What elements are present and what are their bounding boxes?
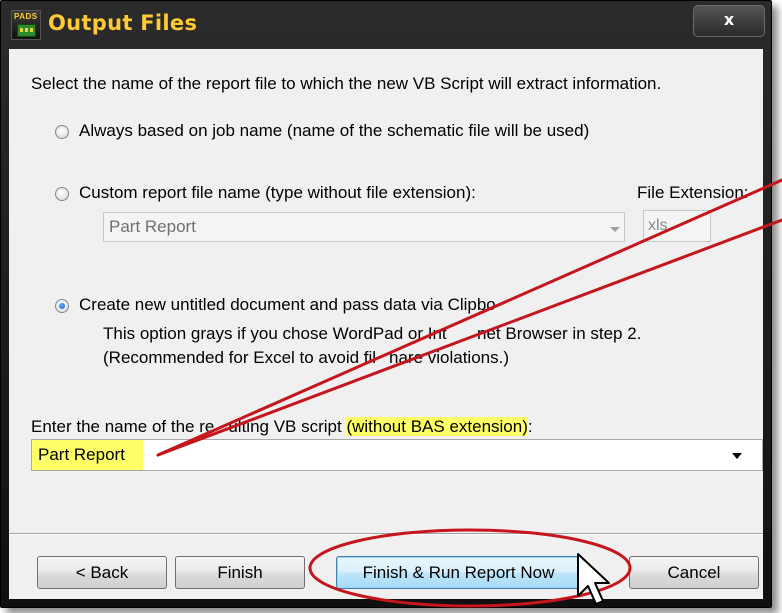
chip-icon bbox=[17, 24, 36, 37]
finish-run-report-button[interactable]: Finish & Run Report Now bbox=[336, 556, 581, 589]
clipboard-note-2b: hare violations.) bbox=[389, 348, 510, 367]
script-name-combo[interactable]: Part Report bbox=[31, 439, 763, 471]
radio-job-name[interactable] bbox=[55, 125, 69, 139]
window-title: Output Files bbox=[48, 11, 198, 35]
close-icon: x bbox=[723, 10, 735, 29]
chevron-down-icon[interactable] bbox=[732, 453, 742, 459]
cancel-button[interactable]: Cancel bbox=[629, 556, 759, 589]
custom-name-value: Part Report bbox=[109, 217, 196, 236]
radio-custom-name-label[interactable]: Custom report file name (type without fi… bbox=[79, 183, 476, 203]
custom-name-combo: Part Report bbox=[103, 212, 625, 242]
radio-custom-name[interactable] bbox=[55, 187, 69, 201]
script-name-label-part2: ulting VB script bbox=[228, 417, 347, 436]
clipboard-note-1b: net Browser in step 2. bbox=[477, 324, 642, 343]
file-extension-field: xls bbox=[643, 210, 711, 242]
clipboard-note-1: This option grays if you chose WordPad o… bbox=[103, 324, 447, 343]
radio-clipboard-label[interactable]: Create new untitled document and pass da… bbox=[79, 295, 496, 315]
chevron-down-icon bbox=[610, 227, 620, 232]
file-extension-label: File Extension: bbox=[637, 183, 749, 202]
close-button[interactable]: x bbox=[693, 5, 765, 37]
script-name-label: Enter the name of the re ulting VB script… bbox=[31, 417, 533, 437]
script-name-label-part1: Enter the name of the re bbox=[31, 417, 215, 436]
separator bbox=[9, 533, 763, 535]
script-name-highlight: (without BAS extension) bbox=[346, 417, 528, 436]
app-icon-label: PADS bbox=[14, 12, 38, 21]
pads-app-icon: PADS bbox=[11, 10, 41, 40]
dialog-body: Select the name of the report file to wh… bbox=[9, 49, 763, 599]
file-extension-value: xls bbox=[648, 217, 668, 234]
dialog-window: PADS Output Files x Select the name of t… bbox=[0, 0, 772, 608]
radio-job-name-label[interactable]: Always based on job name (name of the sc… bbox=[79, 121, 589, 141]
finish-button[interactable]: Finish bbox=[175, 556, 305, 589]
script-name-label-end: : bbox=[527, 417, 533, 436]
title-bar[interactable]: PADS Output Files x bbox=[1, 1, 771, 49]
clipboard-note-2: (Recommended for Excel to avoid fil bbox=[103, 348, 377, 367]
intro-text: Select the name of the report file to wh… bbox=[31, 74, 662, 93]
radio-clipboard[interactable] bbox=[55, 299, 69, 313]
script-name-value[interactable]: Part Report bbox=[32, 440, 143, 470]
back-button[interactable]: < Back bbox=[37, 556, 167, 589]
